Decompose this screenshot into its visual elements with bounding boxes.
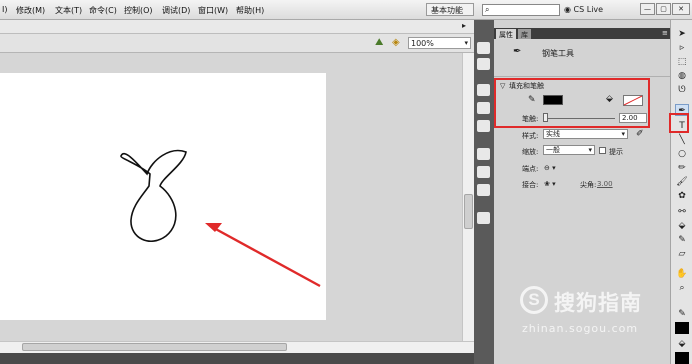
watermark-brand: 搜狗指南 — [554, 291, 642, 315]
rabbit-shape — [120, 149, 187, 242]
transform-icon[interactable] — [477, 120, 490, 132]
tools-panel: ➤ ▹ ⬚ ◍ ᘎ ✒ T ╲ ○ ✏ 🖌 ✿ ⚯ ⬙ ✎ ▱ ✋ ⌕ ✎ ⬙ — [670, 20, 692, 364]
history-icon[interactable] — [477, 212, 490, 224]
subselect-icon[interactable]: ▹ — [675, 42, 689, 54]
line-icon[interactable]: ╲ — [675, 134, 689, 146]
tool-name: 钢笔工具 — [542, 49, 574, 58]
miter-label: 尖角: — [580, 181, 597, 189]
join-label: 接合: — [522, 181, 539, 189]
fill-color-chip[interactable] — [675, 352, 689, 364]
chevron-down-icon: ▾ — [621, 130, 625, 138]
style-value: 实线 — [546, 130, 560, 138]
tab-library[interactable]: 库 — [518, 29, 531, 39]
eraser-icon[interactable]: ▱ — [675, 248, 689, 260]
panel-menu-icon[interactable]: ≡ — [662, 29, 668, 37]
deco-icon[interactable]: ✿ — [675, 190, 689, 202]
stroke-color-pencil-icon[interactable]: ✎ — [675, 308, 689, 320]
style-select[interactable]: 实线 ▾ — [543, 129, 628, 139]
timeline-strip — [0, 353, 474, 364]
3d-rotation-icon[interactable]: ◍ — [675, 70, 689, 82]
zoom-icon[interactable]: ⌕ — [675, 282, 689, 294]
brush-icon[interactable]: 🖌 — [675, 176, 689, 188]
pen-tool-icon: ✒ — [513, 46, 522, 57]
motion-presets-icon[interactable] — [477, 42, 490, 54]
components-icon[interactable] — [477, 166, 490, 178]
free-transform-icon[interactable]: ⬚ — [675, 56, 689, 68]
edit-stroke-style-icon[interactable]: ✐ — [636, 129, 644, 139]
watermark: S 搜狗指南 zhinan.sogou.com — [520, 286, 670, 335]
scale-label: 缩放: — [522, 148, 539, 156]
hint-label: 提示 — [609, 148, 623, 156]
style-label: 样式: — [522, 132, 539, 140]
component-inspector-icon[interactable] — [477, 184, 490, 196]
scale-select[interactable]: 一般 ▾ — [543, 145, 595, 155]
pencil-icon[interactable]: ✏ — [675, 162, 689, 174]
fill-color-bucket-icon[interactable]: ⬙ — [675, 338, 689, 350]
panel-dock — [474, 20, 494, 364]
selection-icon[interactable]: ➤ — [675, 28, 689, 40]
tab-properties[interactable]: 属性 — [496, 29, 516, 39]
watermark-url: zhinan.sogou.com — [522, 322, 639, 335]
annotation-box-pen-tool — [669, 113, 689, 133]
cap-select[interactable]: ⊖ ▾ — [544, 164, 556, 172]
hint-checkbox[interactable] — [599, 147, 606, 154]
chevron-down-icon: ▾ — [588, 146, 592, 154]
eyedropper-icon[interactable]: ✎ — [675, 234, 689, 246]
align-icon[interactable] — [477, 84, 490, 96]
annotation-box-fill-stroke — [494, 78, 650, 128]
hand-icon[interactable]: ✋ — [675, 268, 689, 280]
miter-value[interactable]: 3.00 — [597, 180, 613, 188]
bone-icon[interactable]: ⚯ — [675, 206, 689, 218]
lasso-icon[interactable]: ᘎ — [675, 84, 689, 96]
join-select[interactable]: ❀ ▾ — [544, 180, 556, 188]
bucket-icon[interactable]: ⬙ — [675, 220, 689, 232]
stroke-color-chip[interactable] — [675, 322, 689, 334]
divider — [494, 76, 670, 77]
library-icon[interactable] — [477, 58, 490, 70]
oval-icon[interactable]: ○ — [675, 148, 689, 160]
info-icon[interactable] — [477, 102, 490, 114]
cap-label: 端点: — [522, 165, 539, 173]
horizontal-scroll-thumb[interactable] — [22, 343, 287, 351]
vertical-scroll-thumb[interactable] — [464, 194, 473, 229]
scale-value: 一般 — [546, 146, 560, 154]
code-snippets-icon[interactable] — [477, 148, 490, 160]
sogou-logo-icon: S — [520, 286, 548, 314]
